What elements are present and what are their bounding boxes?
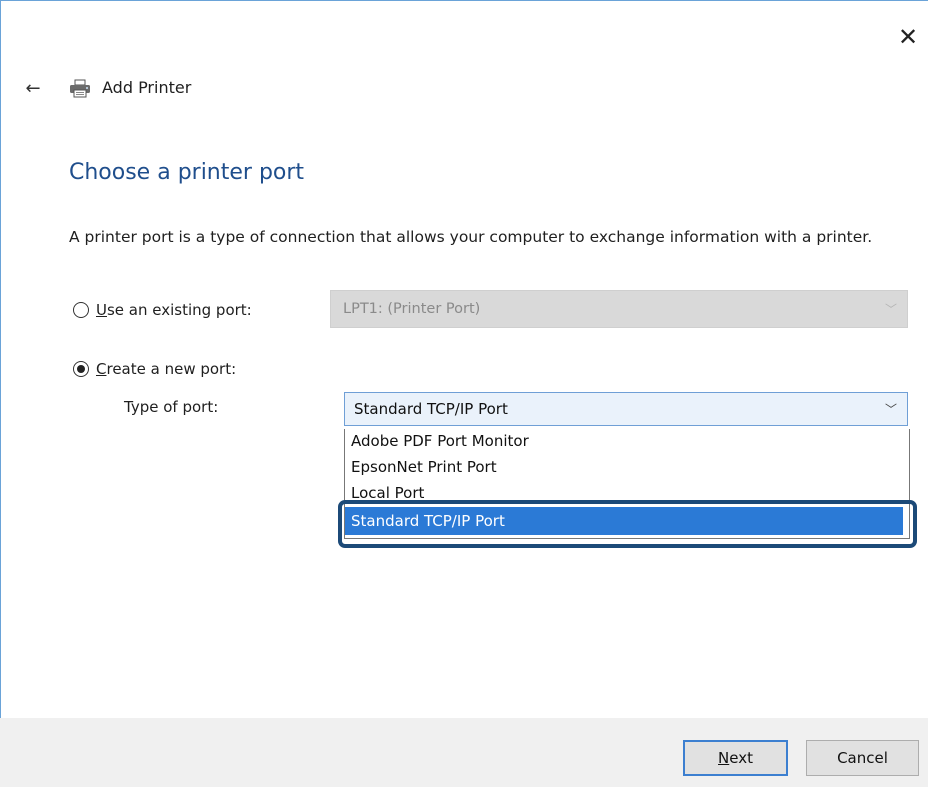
wizard-title: Add Printer	[102, 78, 192, 97]
create-new-port-label: Create a new port:	[96, 360, 237, 378]
type-of-port-label: Type of port:	[124, 398, 219, 416]
back-arrow-icon[interactable]: ←	[20, 76, 46, 100]
window-border-top	[0, 0, 928, 1]
page-heading: Choose a printer port	[69, 160, 305, 185]
printer-icon	[70, 79, 90, 98]
window-border-left	[0, 0, 1, 787]
create-new-port-radio[interactable]: Create a new port:	[73, 360, 236, 378]
option-standard-tcp-ip-port[interactable]: Standard TCP/IP Port	[345, 507, 903, 535]
cancel-button[interactable]: Cancel	[806, 740, 919, 776]
existing-port-select: LPT1: (Printer Port) ﹀	[330, 290, 908, 328]
close-icon[interactable]: ✕	[893, 22, 923, 52]
option-epsonnet-print-port[interactable]: EpsonNet Print Port	[351, 458, 497, 476]
chevron-down-icon[interactable]: ﹀	[885, 401, 897, 418]
radio-dot	[77, 365, 85, 373]
chevron-down-icon: ﹀	[884, 302, 897, 317]
radio-selected[interactable]	[73, 361, 89, 377]
radio-unselected[interactable]	[73, 302, 89, 318]
page-description: A printer port is a type of connection t…	[69, 228, 873, 246]
next-button[interactable]: Next	[683, 740, 788, 776]
type-of-port-value: Standard TCP/IP Port	[354, 400, 508, 418]
option-adobe-pdf-port-monitor[interactable]: Adobe PDF Port Monitor	[351, 432, 529, 450]
use-existing-port-label: Use an existing port:	[96, 301, 252, 319]
port-type-dropdown-list: Adobe PDF Port Monitor EpsonNet Print Po…	[344, 429, 910, 539]
use-existing-port-radio[interactable]: Use an existing port:	[73, 301, 252, 319]
type-of-port-select[interactable]: Standard TCP/IP Port ﹀	[344, 392, 908, 426]
existing-port-value: LPT1: (Printer Port)	[343, 301, 481, 317]
wizard-footer	[0, 718, 928, 787]
option-local-port[interactable]: Local Port	[351, 484, 424, 502]
